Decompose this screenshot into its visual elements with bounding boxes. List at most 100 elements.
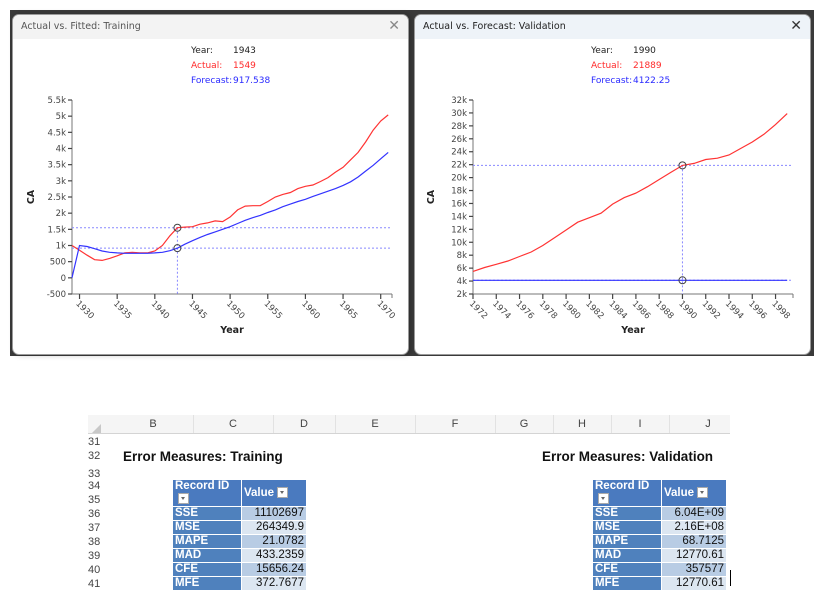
value-cell[interactable]: 6.04E+09 — [661, 506, 727, 521]
table-row[interactable]: MAPE 21.0782 — [172, 534, 307, 549]
value-cell[interactable]: 21.0782 — [241, 534, 307, 549]
y-tick-label: 24k — [451, 148, 467, 158]
spreadsheet[interactable]: BCDEFGHIJK 31 32 3334 35 36 37 38 39 40 41 Error … — [88, 410, 730, 590]
validation-error-table[interactable]: Record ID Value SSE 6.04E+09 MSE 2.16E+08 MAPE… — [592, 479, 727, 590]
filter-dropdown-icon[interactable] — [697, 486, 709, 498]
y-tick-label: 14k — [451, 212, 467, 222]
text-cursor — [730, 570, 731, 586]
value-cell[interactable]: 15656.24 — [241, 562, 307, 577]
record-id-cell[interactable]: MAPE — [172, 534, 242, 549]
record-id-cell[interactable]: MAD — [592, 548, 662, 563]
record-id-cell[interactable]: CFE — [592, 562, 662, 577]
row-header-36[interactable]: 36 — [88, 508, 108, 520]
table-row[interactable]: MFE 372.7677 — [172, 576, 307, 590]
column-header-b[interactable]: B — [113, 415, 194, 433]
value-cell[interactable]: 2.16E+08 — [661, 520, 727, 535]
value-header[interactable]: Value — [241, 479, 307, 507]
value-cell[interactable]: 357577 — [661, 562, 727, 577]
row-header-31[interactable]: 31 — [88, 436, 108, 448]
row-header-40[interactable]: 40 — [88, 564, 108, 576]
table-row[interactable]: MSE 2.16E+08 — [592, 520, 727, 535]
x-tick-label: 1935 — [111, 299, 133, 321]
value-cell[interactable]: 433.2359 — [241, 548, 307, 563]
actual-series-line — [71, 114, 389, 262]
record-id-cell[interactable]: SSE — [172, 506, 242, 521]
y-tick-label: 18k — [451, 187, 467, 197]
validation-chart: 2k 4k 6k 8k 10k 12k 14k 16k 18k 20k 22k 24k 26k 28k 30… — [426, 96, 794, 336]
training-error-table[interactable]: Record ID Value SSE 11102697 MSE 264349.9 MAPE… — [172, 479, 307, 590]
column-header-h[interactable]: H — [553, 415, 612, 433]
y-tick-label: 22k — [451, 161, 467, 171]
record-id-cell[interactable]: MSE — [592, 520, 662, 535]
y-tick-label: 500 — [50, 258, 66, 268]
x-tick-label: 1940 — [149, 299, 171, 321]
select-all-corner[interactable] — [88, 415, 105, 433]
y-tick-label: 30k — [451, 109, 467, 119]
x-axis-title: Year — [620, 325, 645, 336]
value-cell[interactable]: 11102697 — [241, 506, 307, 521]
y-tick-label: 5k — [56, 112, 66, 122]
table-row[interactable]: MSE 264349.9 — [172, 520, 307, 535]
record-id-cell[interactable]: CFE — [172, 562, 242, 577]
column-header-i[interactable]: I — [611, 415, 670, 433]
y-tick-label: 4k — [457, 277, 467, 287]
row-header-34[interactable]: 34 — [88, 480, 108, 492]
y-tick-label: 16k — [451, 199, 467, 209]
table-row[interactable]: SSE 6.04E+09 — [592, 506, 727, 521]
record-id-cell[interactable]: SSE — [592, 506, 662, 521]
table-row[interactable]: SSE 11102697 — [172, 506, 307, 521]
row-header-38[interactable]: 38 — [88, 536, 108, 548]
y-tick-label: 1.5k — [48, 225, 67, 235]
filter-dropdown-icon[interactable] — [178, 493, 189, 505]
value-header[interactable]: Value — [661, 479, 727, 507]
column-header-j[interactable]: J — [669, 415, 730, 433]
row-header-41[interactable]: 41 — [88, 578, 108, 590]
table-row[interactable]: MAPE 68.7125 — [592, 534, 727, 549]
value-cell[interactable]: 12770.61 — [661, 576, 727, 590]
table-row[interactable]: MAD 433.2359 — [172, 548, 307, 563]
column-header-e[interactable]: E — [335, 415, 416, 433]
table-row[interactable]: CFE 357577 — [592, 562, 727, 577]
table-row[interactable]: MAD 12770.61 — [592, 548, 727, 563]
row-header-32[interactable]: 32 — [88, 450, 108, 462]
table-row[interactable]: CFE 15656.24 — [172, 562, 307, 577]
x-tick-label: 1998 — [769, 299, 791, 321]
record-id-header[interactable]: Record ID — [172, 479, 242, 507]
record-id-cell[interactable]: MAPE — [592, 534, 662, 549]
column-header-d[interactable]: D — [273, 415, 336, 433]
record-id-cell[interactable]: MFE — [172, 576, 242, 590]
y-tick-label: 2k — [457, 290, 467, 300]
table-row[interactable]: MFE 12770.61 — [592, 576, 727, 590]
value-cell[interactable]: 264349.9 — [241, 520, 307, 535]
x-tick-label: 1955 — [262, 299, 284, 321]
record-id-cell[interactable]: MFE — [592, 576, 662, 590]
filter-dropdown-icon[interactable] — [598, 493, 609, 505]
y-tick-label: 0 — [61, 274, 66, 284]
x-tick-label: 1970 — [375, 299, 397, 321]
y-tick-label: 20k — [451, 174, 467, 184]
row-header-37[interactable]: 37 — [88, 522, 108, 534]
x-tick-label: 1974 — [490, 299, 512, 321]
y-tick-label: 4.5k — [48, 128, 67, 138]
row-header-39[interactable]: 39 — [88, 550, 108, 562]
y-tick-label: 8k — [457, 251, 467, 261]
record-id-cell[interactable]: MAD — [172, 548, 242, 563]
row-header-33[interactable]: 33 — [88, 468, 108, 480]
column-header-g[interactable]: G — [495, 415, 554, 433]
value-cell[interactable]: 372.7677 — [241, 576, 307, 590]
value-cell[interactable]: 12770.61 — [661, 548, 727, 563]
record-id-header[interactable]: Record ID — [592, 479, 662, 507]
value-cell[interactable]: 68.7125 — [661, 534, 727, 549]
y-tick-label: 2k — [56, 209, 66, 219]
actual-series-line — [472, 113, 788, 272]
column-header-c[interactable]: C — [193, 415, 274, 433]
filter-dropdown-icon[interactable] — [277, 486, 289, 498]
row-header-35[interactable]: 35 — [88, 494, 108, 506]
y-tick-label: 28k — [451, 122, 467, 132]
x-tick-label: 1945 — [186, 299, 208, 321]
x-tick-label: 1976 — [513, 299, 535, 321]
x-tick-label: 1986 — [630, 299, 652, 321]
column-header-f[interactable]: F — [415, 415, 496, 433]
y-tick-label: 32k — [451, 96, 467, 106]
record-id-cell[interactable]: MSE — [172, 520, 242, 535]
